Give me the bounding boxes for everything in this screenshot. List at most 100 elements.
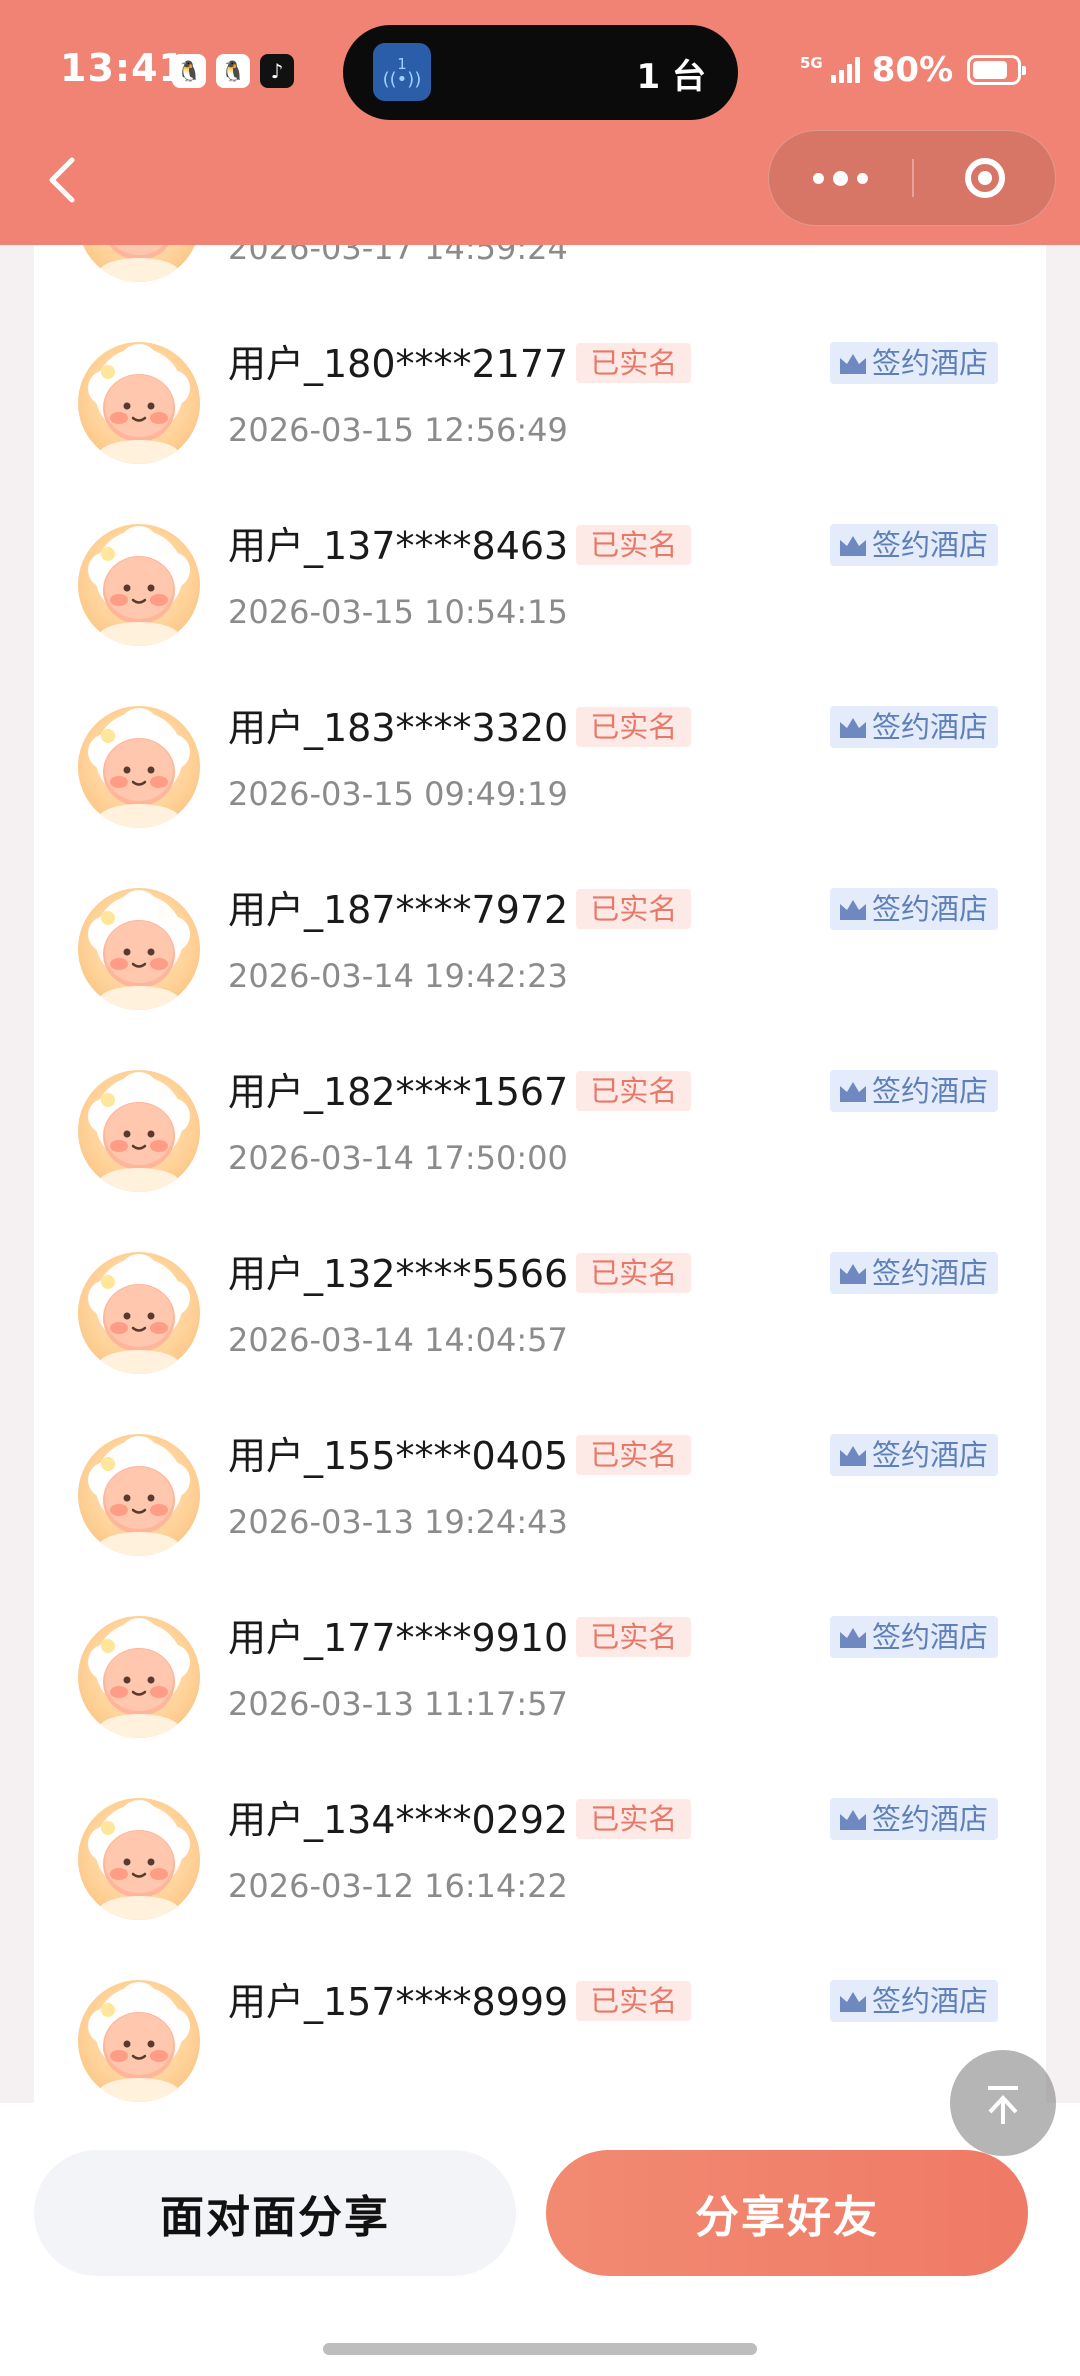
avatar: [78, 1980, 200, 2102]
hotel-tag-label: 签约酒店: [872, 1984, 989, 2018]
list-item[interactable]: 用户_134****0292 已实名 2026-03-12 16:14:22 签约…: [34, 1786, 1046, 1968]
user-name: 用户_182****1567 已实名: [228, 1068, 692, 1116]
list-item[interactable]: 用户_187****7972 已实名 2026-03-14 19:42:23 签约…: [34, 876, 1046, 1058]
user-name: 用户_137****8463 已实名: [228, 522, 692, 570]
avatar-cloud-image: [88, 1618, 190, 1738]
nfc-signal-icon: 1 ((•)): [373, 43, 431, 101]
verified-badge: 已实名: [576, 889, 692, 929]
item-date: 2026-03-12 16:14:22: [228, 1867, 568, 1905]
list-item[interactable]: 用户_183****3320 已实名 2026-03-15 09:49:19 签约…: [34, 694, 1046, 876]
avatar: [78, 1798, 200, 1920]
scroll-to-top-button[interactable]: [950, 2050, 1056, 2156]
dynamic-island[interactable]: 1 ((•)) 1 台: [343, 25, 738, 120]
hotel-tag-label: 签约酒店: [872, 892, 989, 926]
network-type: 5G: [800, 54, 823, 72]
user-name: 用户_177****9910 已实名: [228, 1614, 692, 1662]
verified-badge: 已实名: [576, 1981, 692, 2021]
user-name-text: 用户_180****2177: [228, 342, 569, 386]
bottom-action-bar: 面对面分享 分享好友: [0, 2103, 1080, 2376]
avatar-cloud-image: [88, 1800, 190, 1920]
list-item[interactable]: 用户_180****2177 已实名 2026-03-15 12:56:49 签约…: [34, 330, 1046, 512]
close-button[interactable]: [914, 131, 1055, 225]
avatar-cloud-image: [88, 344, 190, 464]
list-item[interactable]: 用户_182****1567 已实名 2026-03-14 17:50:00 签约…: [34, 1058, 1046, 1240]
battery-percent: 80%: [871, 50, 954, 90]
contract-hotel-tag: 签约酒店: [830, 1252, 999, 1294]
avatar-cloud-image: [88, 1254, 190, 1374]
avatar: [78, 1070, 200, 1192]
contract-hotel-tag: 签约酒店: [830, 706, 999, 748]
chevron-left-icon: [49, 157, 75, 203]
hotel-tag-label: 签约酒店: [872, 1802, 989, 1836]
crown-icon: [840, 354, 866, 374]
item-date: 2026-03-15 09:49:19: [228, 775, 568, 813]
item-date: 2026-03-15 10:54:15: [228, 593, 568, 631]
hotel-tag-label: 签约酒店: [872, 1438, 989, 1472]
hotel-tag-label: 签约酒店: [872, 1256, 989, 1290]
home-indicator[interactable]: [323, 2343, 757, 2355]
user-name: 用户_187****7972 已实名: [228, 886, 692, 934]
island-text: 1 台: [636, 57, 707, 97]
user-name: 用户_132****5566 已实名: [228, 1250, 692, 1298]
list-item[interactable]: 用户_157****8999 已实名 签约酒店: [34, 1968, 1046, 2110]
mini-program-capsule: [768, 130, 1056, 226]
avatar-cloud-image: [88, 890, 190, 1010]
avatar: [78, 706, 200, 828]
verified-badge: 已实名: [576, 1799, 692, 1839]
user-name-text: 用户_183****3320: [228, 706, 569, 750]
verified-badge: 已实名: [576, 1253, 692, 1293]
more-button[interactable]: [769, 131, 912, 225]
contract-hotel-tag: 签约酒店: [830, 888, 999, 930]
avatar-cloud-image: [88, 1982, 190, 2102]
signal-icon: [830, 57, 860, 83]
avatar: [78, 342, 200, 464]
user-name-text: 用户_157****8999: [228, 1980, 569, 2024]
crown-icon: [840, 1446, 866, 1466]
qq-icon: 🐧: [172, 54, 206, 88]
user-name-text: 用户_155****0405: [228, 1434, 569, 1478]
user-name-text: 用户_182****1567: [228, 1070, 569, 1114]
back-button[interactable]: [40, 150, 90, 210]
more-dots-icon: [813, 172, 824, 184]
item-date: 2026-03-14 17:50:00: [228, 1139, 568, 1177]
user-name: 用户_183****3320 已实名: [228, 704, 692, 752]
verified-badge: 已实名: [576, 343, 692, 383]
verified-badge: 已实名: [576, 1617, 692, 1657]
hotel-tag-label: 签约酒店: [872, 1620, 989, 1654]
arrow-up-icon: [988, 2086, 1018, 2124]
user-list[interactable]: 用户_198****4888已实名 2026-03-17 14:59:24 签约…: [34, 180, 1046, 2110]
list-item[interactable]: 用户_137****8463 已实名 2026-03-15 10:54:15 签约…: [34, 512, 1046, 694]
verified-badge: 已实名: [576, 707, 692, 747]
qq-icon: 🐧: [216, 54, 250, 88]
system-status: 5G 80%: [800, 50, 1027, 90]
list-item[interactable]: 用户_132****5566 已实名 2026-03-14 14:04:57 签约…: [34, 1240, 1046, 1422]
list-item[interactable]: 用户_155****0405 已实名 2026-03-13 19:24:43 签约…: [34, 1422, 1046, 1604]
crown-icon: [840, 1992, 866, 2012]
avatar: [78, 1616, 200, 1738]
contract-hotel-tag: 签约酒店: [830, 524, 999, 566]
user-name-text: 用户_177****9910: [228, 1616, 569, 1660]
avatar-cloud-image: [88, 1072, 190, 1192]
status-time: 13:41: [60, 46, 186, 90]
douyin-icon: ♪: [260, 54, 294, 88]
top-header: 13:41 🐧 🐧 ♪ 1 ((•)) 1 台 5G 80%: [0, 0, 1080, 245]
face-to-face-share-button[interactable]: 面对面分享: [34, 2150, 516, 2276]
item-date: 2026-03-14 14:04:57: [228, 1321, 568, 1359]
verified-badge: 已实名: [576, 1071, 692, 1111]
contract-hotel-tag: 签约酒店: [830, 1616, 999, 1658]
hotel-tag-label: 签约酒店: [872, 528, 989, 562]
item-date: 2026-03-14 19:42:23: [228, 957, 568, 995]
share-friends-button[interactable]: 分享好友: [546, 2150, 1028, 2276]
contract-hotel-tag: 签约酒店: [830, 1980, 999, 2022]
list-item[interactable]: 用户_177****9910 已实名 2026-03-13 11:17:57 签约…: [34, 1604, 1046, 1786]
avatar: [78, 888, 200, 1010]
crown-icon: [840, 1810, 866, 1830]
hotel-tag-label: 签约酒店: [872, 1074, 989, 1108]
item-date: 2026-03-13 11:17:57: [228, 1685, 568, 1723]
contract-hotel-tag: 签约酒店: [830, 1070, 999, 1112]
crown-icon: [840, 900, 866, 920]
user-name: 用户_157****8999 已实名: [228, 1978, 692, 2026]
verified-badge: 已实名: [576, 1435, 692, 1475]
user-name: 用户_180****2177 已实名: [228, 340, 692, 388]
item-date: 2026-03-13 19:24:43: [228, 1503, 568, 1541]
